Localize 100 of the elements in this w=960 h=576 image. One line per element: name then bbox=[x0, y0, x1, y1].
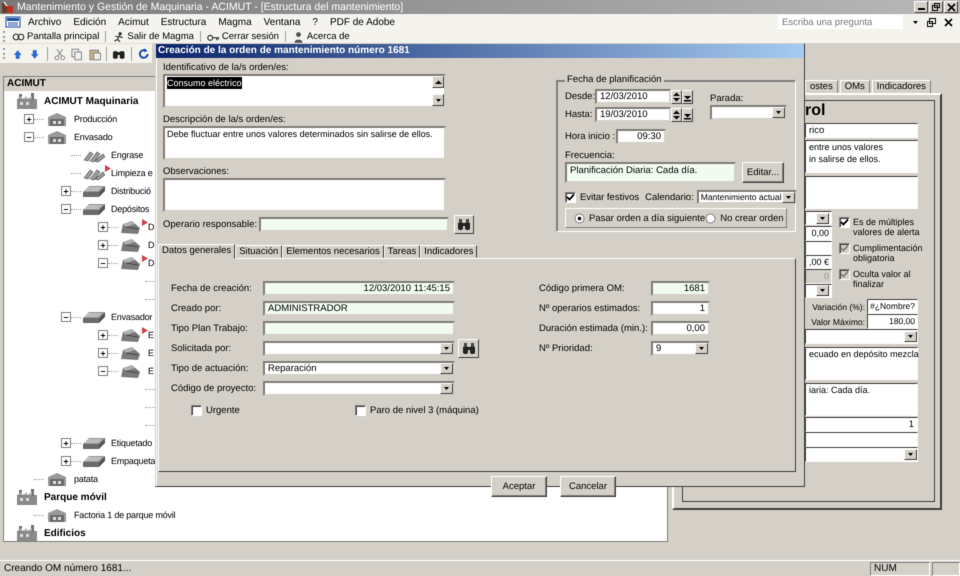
menu-item[interactable]: Acimut bbox=[112, 16, 155, 28]
number-field[interactable]: 1 bbox=[805, 417, 918, 432]
tree-item[interactable]: Etiquetado bbox=[111, 438, 152, 448]
expand-toggle[interactable] bbox=[61, 312, 71, 322]
dropdown-field[interactable]: 9 bbox=[651, 341, 710, 356]
tree-item[interactable]: Distribució bbox=[111, 186, 151, 196]
text-area[interactable]: Consumo eléctrico bbox=[163, 74, 446, 108]
tree-item[interactable]: ACIMUT Maquinaria bbox=[44, 96, 138, 106]
dropdown-button[interactable] bbox=[782, 192, 795, 202]
expand-toggle[interactable] bbox=[98, 348, 108, 358]
tree-item[interactable]: patata bbox=[74, 474, 98, 484]
search-button[interactable] bbox=[458, 339, 479, 358]
dropdown-button[interactable] bbox=[904, 449, 917, 460]
tree-item[interactable]: Edificios bbox=[44, 528, 86, 538]
expand-toggle[interactable] bbox=[98, 330, 108, 340]
dialog-button[interactable]: Cancelar bbox=[560, 476, 616, 497]
paste-icon[interactable] bbox=[88, 46, 102, 60]
menu-item[interactable]: Edición bbox=[67, 16, 112, 28]
tree-item[interactable]: Envasador bbox=[111, 312, 152, 322]
text-area[interactable]: iaria: Cada día. bbox=[805, 383, 918, 416]
expand-toggle[interactable] bbox=[98, 258, 108, 268]
tab[interactable]: Indicadores bbox=[420, 245, 478, 258]
tab[interactable]: Indicadores bbox=[872, 80, 931, 93]
tab[interactable]: Datos generales bbox=[158, 244, 236, 259]
tree-item[interactable]: Empaqueta bbox=[111, 456, 156, 466]
toolbar-button[interactable]: Acerca de bbox=[288, 30, 353, 43]
menu-item[interactable]: Ventana bbox=[258, 16, 306, 28]
search-button[interactable] bbox=[454, 215, 474, 234]
dropdown-field[interactable] bbox=[805, 447, 918, 462]
tab[interactable]: Situación bbox=[235, 245, 282, 258]
expand-toggle[interactable] bbox=[61, 456, 71, 466]
calendar-button[interactable] bbox=[682, 108, 693, 122]
menu-item[interactable]: Archivo bbox=[22, 16, 68, 28]
number-field[interactable]: 0,00 bbox=[805, 226, 832, 241]
menu-item[interactable]: Magma bbox=[212, 16, 258, 28]
expand-toggle[interactable] bbox=[24, 114, 34, 124]
text-field[interactable]: Planificación Diaria: Cada día. bbox=[565, 162, 736, 183]
expand-toggle[interactable] bbox=[61, 204, 71, 214]
date-field[interactable]: 12/03/2010 bbox=[595, 89, 671, 104]
text-field[interactable]: rico bbox=[805, 123, 918, 138]
text-area[interactable]: ecuado en depósito mezcla bbox=[805, 347, 918, 380]
tree-item[interactable]: Parque móvil bbox=[44, 492, 107, 502]
tree-item[interactable]: Factoria 1 de parque móvil bbox=[74, 510, 176, 520]
help-field[interactable]: Escriba una pregunta bbox=[778, 15, 903, 29]
tree-item[interactable]: D bbox=[148, 240, 154, 250]
dropdown-button[interactable] bbox=[440, 343, 453, 354]
tree-item[interactable]: E bbox=[148, 330, 154, 340]
radio-button[interactable] bbox=[574, 212, 585, 224]
dialog-button[interactable]: Aceptar bbox=[491, 476, 547, 497]
tree-item[interactable]: E bbox=[148, 366, 154, 376]
tree-item[interactable]: Envasado bbox=[74, 132, 112, 142]
toolbar-button[interactable]: Pantalla principal bbox=[9, 30, 102, 43]
text-field[interactable]: #¿Nombre? bbox=[867, 299, 918, 314]
radio-button[interactable] bbox=[705, 212, 716, 224]
number-field[interactable]: 1 bbox=[651, 301, 710, 316]
time-field[interactable]: 09:30 bbox=[616, 129, 666, 144]
tree-item[interactable]: Producción bbox=[74, 114, 118, 124]
menu-item[interactable]: PDF de Adobe bbox=[324, 16, 401, 28]
checkbox[interactable] bbox=[191, 405, 202, 416]
checkbox[interactable] bbox=[839, 217, 850, 228]
refresh-icon[interactable] bbox=[136, 46, 150, 60]
copy-icon[interactable] bbox=[70, 46, 84, 60]
dropdown-field[interactable]: Reparación bbox=[263, 361, 455, 376]
date-field[interactable]: 19/03/2010 bbox=[595, 107, 671, 122]
tree-item[interactable]: D bbox=[148, 258, 154, 268]
tab[interactable]: Tareas bbox=[384, 245, 420, 258]
checkbox[interactable] bbox=[355, 405, 366, 416]
dropdown-field[interactable] bbox=[805, 329, 918, 344]
number-field[interactable]: 1681 bbox=[651, 281, 710, 296]
edit-button[interactable]: Editar... bbox=[742, 162, 784, 183]
tree-item[interactable]: D bbox=[148, 222, 154, 232]
tree-item[interactable]: Depósitos bbox=[111, 204, 150, 214]
dropdown-button[interactable] bbox=[772, 107, 785, 118]
text-field[interactable] bbox=[805, 432, 918, 447]
checkbox[interactable] bbox=[565, 192, 576, 202]
scroll-up-button[interactable] bbox=[432, 76, 444, 88]
tree-item[interactable]: Engrase bbox=[111, 150, 144, 160]
spin-button[interactable] bbox=[671, 90, 682, 104]
text-area[interactable] bbox=[805, 176, 918, 209]
expand-toggle[interactable] bbox=[61, 438, 71, 448]
number-field[interactable] bbox=[805, 240, 832, 255]
tree-item[interactable]: Limpieza e bbox=[111, 168, 153, 178]
dropdown-button[interactable] bbox=[816, 212, 829, 224]
toolbar-button[interactable]: Cerrar sesión bbox=[204, 30, 282, 43]
expand-toggle[interactable] bbox=[24, 132, 34, 142]
text-field[interactable]: 180,00 bbox=[867, 314, 918, 329]
menu-item[interactable]: Estructura bbox=[154, 16, 212, 28]
tab[interactable]: OMs bbox=[840, 80, 870, 93]
menu-item[interactable]: ? bbox=[306, 16, 324, 28]
spin-button[interactable] bbox=[671, 108, 682, 122]
text-area[interactable]: entre unos valores in salirse de ellos. bbox=[805, 140, 918, 173]
calendar-button[interactable] bbox=[682, 90, 693, 104]
dropdown-button[interactable] bbox=[904, 331, 917, 342]
expand-toggle[interactable] bbox=[98, 222, 108, 232]
dropdown-button[interactable] bbox=[440, 383, 453, 394]
number-field[interactable]: ,00 € bbox=[805, 254, 832, 270]
minimize-button[interactable] bbox=[914, 1, 928, 13]
number-field[interactable]: 0,00 bbox=[651, 321, 710, 336]
dropdown-field[interactable] bbox=[805, 284, 832, 298]
tab[interactable]: Elementos necesarios bbox=[282, 245, 384, 258]
